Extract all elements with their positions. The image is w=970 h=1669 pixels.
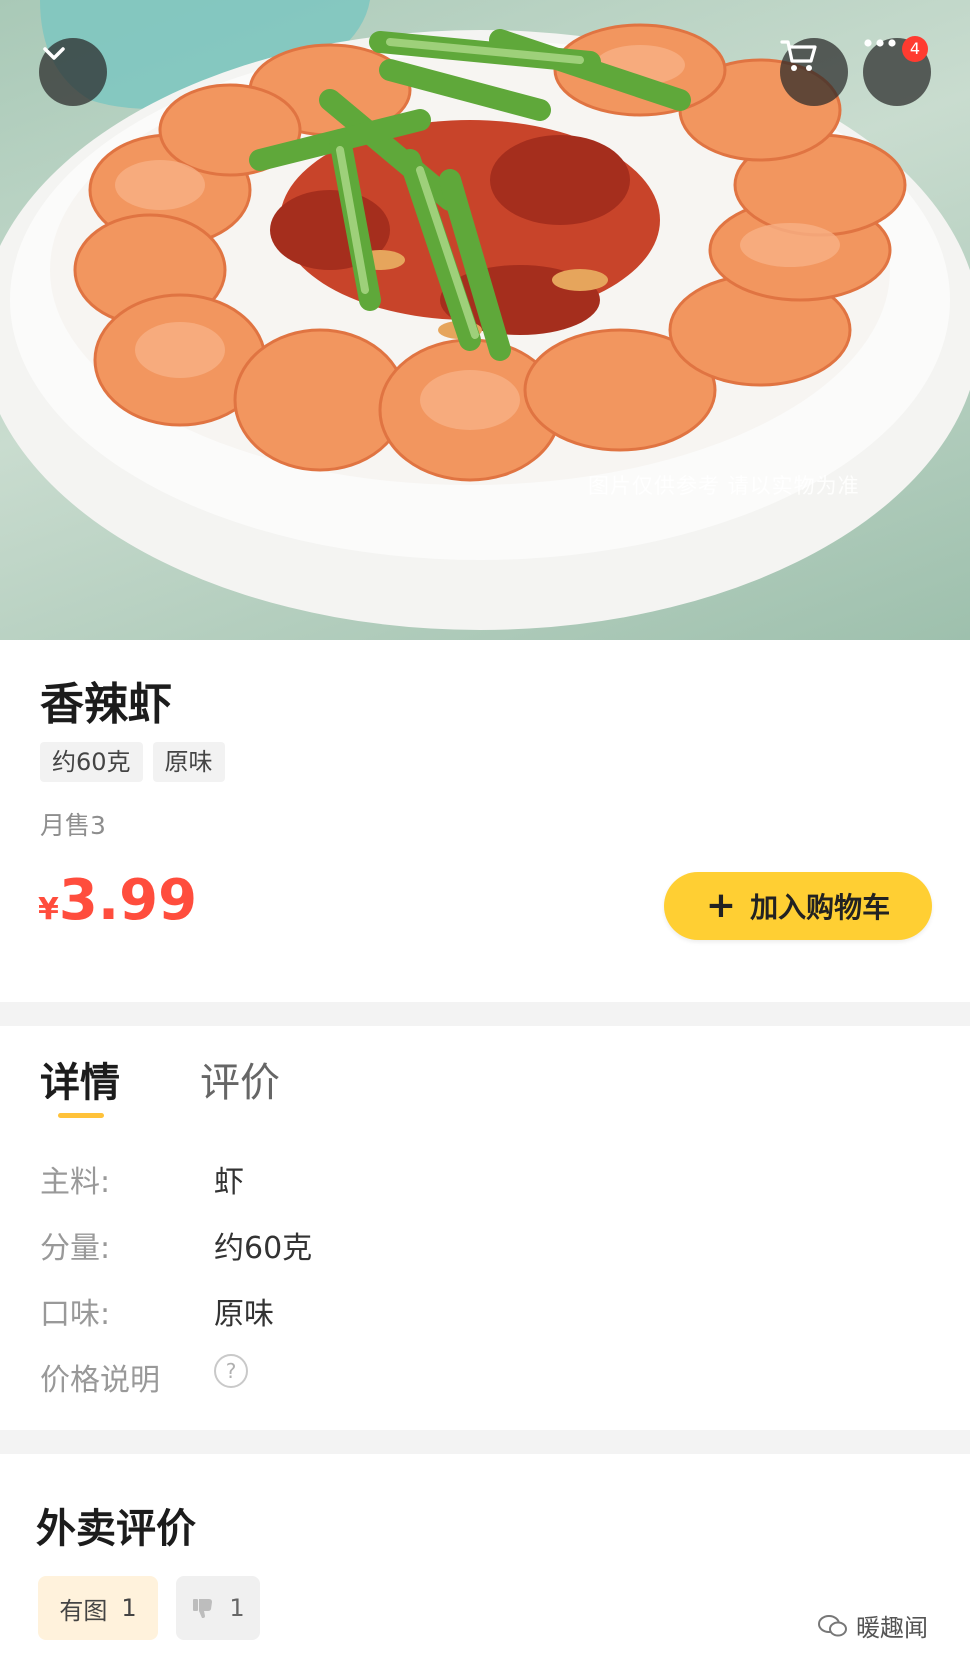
collapse-button[interactable]	[39, 38, 107, 106]
help-icon[interactable]: ?	[214, 1354, 248, 1388]
plus-icon: +	[705, 885, 737, 926]
filter-with-pictures-label: 有图	[59, 1596, 108, 1625]
tag-flavor: 原味	[152, 742, 225, 782]
chevron-down-icon	[43, 47, 65, 60]
detail-value-flavor: 原味	[214, 1297, 274, 1332]
add-to-cart-label: 加入购物车	[750, 891, 891, 924]
section-divider	[0, 1002, 970, 1026]
tag-weight: 约60克	[40, 742, 143, 782]
price: ¥3.99	[38, 868, 197, 933]
add-to-cart-button[interactable]: + 加入购物车	[664, 872, 932, 940]
detail-label-portion: 分量:	[40, 1231, 111, 1266]
detail-value-ingredient: 虾	[214, 1165, 244, 1200]
monthly-sales: 月售3	[40, 811, 106, 840]
filter-with-pictures-count: 1	[121, 1594, 137, 1622]
detail-label-flavor: 口味:	[40, 1297, 111, 1332]
detail-label-ingredient: 主料:	[40, 1165, 111, 1200]
more-dots-icon	[864, 39, 896, 47]
price-value: 3.99	[58, 868, 198, 933]
detail-label-price-note: 价格说明	[40, 1363, 160, 1398]
product-image[interactable]: 图片仅供参考 请以实物为准 4	[0, 0, 970, 640]
active-tab-indicator	[58, 1113, 104, 1118]
notification-badge: 4	[902, 36, 928, 62]
filter-negative[interactable]: 1	[176, 1576, 260, 1640]
reviews-title: 外卖评价	[36, 1506, 196, 1552]
detail-value-portion: 约60克	[214, 1231, 313, 1266]
filter-negative-count: 1	[229, 1594, 245, 1622]
section-divider	[0, 1430, 970, 1454]
filter-with-pictures[interactable]: 有图 1	[38, 1576, 158, 1640]
product-title: 香辣虾	[40, 679, 172, 730]
image-disclaimer: 图片仅供参考 请以实物为准	[588, 474, 860, 498]
account-name: 暖趣闻	[856, 1614, 928, 1642]
account-watermark: 暖趣闻	[818, 1608, 928, 1643]
currency-symbol: ¥	[38, 892, 59, 927]
thumbs-down-icon	[193, 1599, 213, 1618]
cart-icon	[780, 40, 817, 71]
tab-detail[interactable]: 详情	[40, 1050, 120, 1108]
product-tags: 约60克 原味	[40, 742, 225, 782]
cart-button[interactable]	[780, 38, 848, 106]
wechat-icon	[818, 1614, 847, 1636]
tab-review[interactable]: 评价	[200, 1050, 280, 1108]
